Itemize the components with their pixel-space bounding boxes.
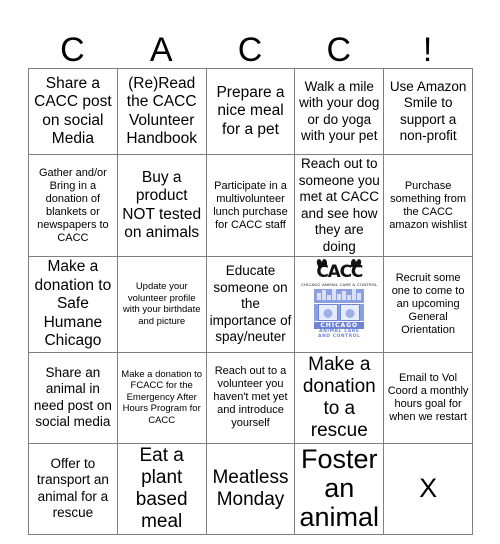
cacc-logo: CACC CHICAGO ANIMAL CARE & CONTROL CHICAGO… (297, 258, 381, 345)
badge-sub-label: ANIMAL CARE AND CONTROL (318, 329, 361, 340)
skyline-building (342, 290, 347, 300)
bingo-cell-2-4[interactable]: Reach out to someone you met at CACC and… (294, 154, 385, 257)
bingo-cell-5-1[interactable]: Offer to transport an animal for a rescu… (28, 442, 118, 535)
bingo-cell-4-3[interactable]: Reach out to a volunteer you haven't met… (205, 351, 296, 444)
bingo-cell-4-1[interactable]: Share an animal in need post on social m… (28, 351, 118, 444)
bingo-cell-3-1[interactable]: Make a donation to Safe Humane Chicago (28, 256, 118, 353)
skyline-building (327, 294, 332, 300)
bingo-cell-text: Use Amazon Smile to support a non-profit (389, 78, 467, 144)
bingo-cell-3-3[interactable]: Educate someone on the importance of spa… (205, 256, 296, 353)
bingo-cell-text: Make a donation to FCACC for the Emergen… (121, 368, 203, 426)
bingo-cell-text: Eat a plant based meal (135, 444, 188, 532)
bingo-cell-text: Foster an animal (299, 444, 380, 532)
bingo-cell-text: Recruit some one to come to an upcoming … (391, 271, 465, 336)
bingo-cell-text: Offer to transport an animal for a rescu… (36, 455, 109, 521)
bingo-cell-2-1[interactable]: Gather and/or Bring in a donation of bla… (28, 154, 118, 257)
bingo-cell-1-2[interactable]: (Re)Read the CACC Volunteer Handbook (116, 68, 207, 155)
bingo-cell-text: Make a donation to a rescue (302, 353, 376, 441)
bingo-cell-text: Share an animal in need post on social m… (33, 364, 112, 430)
bingo-cell-text: Email to Vol Coord a monthly hours goal … (387, 371, 469, 423)
bingo-cell-4-4[interactable]: Make a donation to a rescue (294, 351, 385, 444)
bingo-row: Share a CACC post on social Media (Re)Rea… (28, 68, 473, 155)
animal-ear-icon (355, 258, 363, 268)
cacc-tagline: CHICAGO ANIMAL CARE & CONTROL (301, 282, 378, 288)
animal-ear-icon (322, 259, 328, 268)
header-letter-2: A (149, 31, 173, 69)
bingo-cell-text: Reach out to someone you met at CACC and… (298, 156, 380, 254)
bingo-card: C A C C ! Share a CACC post on social Me… (28, 18, 473, 535)
bingo-row: Gather and/or Bring in a donation of bla… (28, 154, 473, 257)
bingo-row: Offer to transport an animal for a rescu… (28, 442, 473, 535)
header-letter-1: C (60, 31, 85, 69)
skyline-building (352, 289, 357, 300)
bingo-cell-4-2[interactable]: Make a donation to FCACC for the Emergen… (116, 351, 207, 444)
bingo-cell-5-4[interactable]: Foster an animal (294, 442, 385, 535)
bingo-free-space[interactable]: CACC CHICAGO ANIMAL CARE & CONTROL CHICAGO… (294, 256, 385, 353)
skyline-building (357, 292, 362, 300)
skyline-building (332, 289, 337, 300)
skyline-building (347, 294, 352, 300)
bingo-cell-text: Share a CACC post on social Media (34, 74, 112, 148)
bingo-cell-text: X (419, 473, 438, 503)
bingo-cell-text: Purchase something from the CACC amazon … (389, 179, 467, 231)
bingo-cell-2-2[interactable]: Buy a product NOT tested on animals (116, 154, 207, 257)
bingo-cell-5-2[interactable]: Eat a plant based meal (116, 442, 207, 535)
skyline-building (337, 293, 342, 300)
header-letter-3: C (237, 31, 263, 69)
skyline-building (317, 292, 322, 300)
cacc-wordmark: CACC (316, 258, 363, 281)
bingo-cell-1-3[interactable]: Prepare a nice meal for a pet (205, 68, 296, 155)
bingo-cell-text: (Re)Read the CACC Volunteer Handbook (126, 74, 198, 148)
cacc-city-badge: CHICAGO ANIMAL CARE AND CONTROL (314, 289, 365, 340)
bingo-cell-text: Walk a mile with your dog or do yoga wit… (299, 78, 380, 144)
bingo-cell-text: Prepare a nice meal for a pet (216, 83, 285, 138)
header-letter-4: C (326, 31, 352, 69)
bingo-cell-3-2[interactable]: Update your volunteer profile with your … (116, 256, 207, 353)
bingo-cell-text: Reach out to a volunteer you haven't met… (213, 365, 288, 429)
header-letter-5: ! (422, 31, 433, 69)
bingo-cell-text: Make a donation to Safe Humane Chicago (34, 258, 112, 349)
bingo-cell-1-4[interactable]: Walk a mile with your dog or do yoga wit… (294, 68, 385, 155)
skyline-icon (314, 289, 365, 303)
badge-pet-portraits (314, 303, 365, 322)
skyline-building (322, 289, 327, 300)
bingo-cell-1-1[interactable]: Share a CACC post on social Media (28, 68, 118, 155)
bingo-cell-4-5[interactable]: Email to Vol Coord a monthly hours goal … (383, 351, 473, 444)
bingo-cell-text: Meatless Monday (212, 466, 289, 510)
bingo-cell-text: Participate in a multivolunteer lunch pu… (213, 179, 288, 231)
bingo-grid: Share a CACC post on social Media (Re)Rea… (28, 68, 473, 535)
bingo-row: Make a donation to Safe Humane Chicago Up… (28, 256, 473, 353)
dog-face-icon (318, 303, 339, 321)
bingo-cell-text: Buy a product NOT tested on animals (122, 168, 202, 242)
bingo-cell-5-5[interactable]: X (383, 442, 473, 535)
bingo-cell-text: Educate someone on the importance of spa… (209, 263, 292, 344)
bingo-cell-text: Gather and/or Bring in a donation of bla… (37, 166, 109, 244)
bingo-cell-2-3[interactable]: Participate in a multivolunteer lunch pu… (205, 154, 296, 257)
bingo-row: Share an animal in need post on social m… (28, 351, 473, 444)
bingo-cell-1-5[interactable]: Use Amazon Smile to support a non-profit (383, 68, 473, 155)
bingo-cell-2-5[interactable]: Purchase something from the CACC amazon … (383, 154, 473, 257)
bingo-cell-3-5[interactable]: Recruit some one to come to an upcoming … (383, 256, 473, 353)
cat-face-icon (340, 303, 361, 321)
bingo-cell-5-3[interactable]: Meatless Monday (205, 442, 296, 535)
bingo-header: C A C C ! (28, 18, 472, 68)
bingo-cell-text: Update your volunteer profile with your … (122, 281, 201, 327)
